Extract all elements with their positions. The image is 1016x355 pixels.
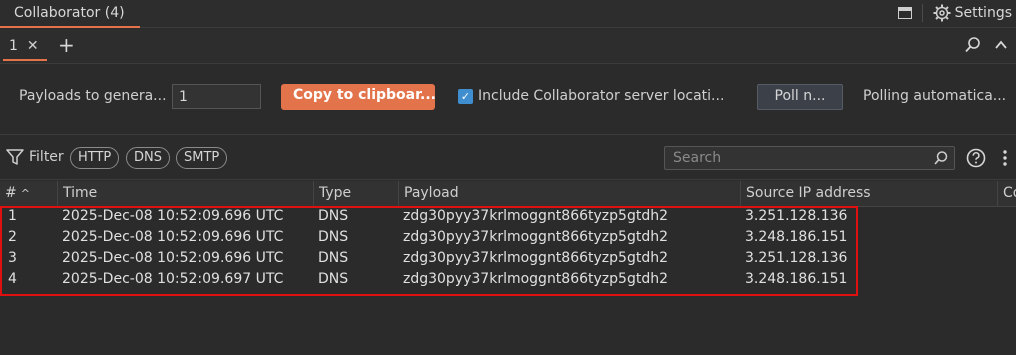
chip-smtp[interactable]: SMTP (176, 147, 228, 169)
column-number[interactable]: # ^ (0, 181, 57, 207)
column-time[interactable]: Time (57, 181, 313, 207)
help-icon[interactable] (966, 148, 986, 168)
tabs-actions (964, 36, 1008, 54)
window-title: Collaborator (4) (14, 5, 125, 21)
column-payload[interactable]: Payload (398, 181, 740, 207)
poll-now-button[interactable]: Poll n... (757, 84, 843, 110)
filter-icon[interactable] (6, 148, 24, 166)
column-comment[interactable]: Co (997, 181, 1016, 207)
polling-status-label: Polling automatica... (863, 88, 1007, 104)
include-location-checkbox[interactable]: ✓ (458, 89, 473, 104)
table-header: # ^ Time Type Payload Source IP address C… (0, 181, 1016, 207)
column-number-label: # (5, 185, 17, 201)
search-icon[interactable] (933, 150, 949, 166)
close-icon[interactable]: ✕ (27, 38, 39, 54)
collaborator-controls: Payloads to genera... Copy to clipboar..… (0, 65, 1016, 135)
chip-dns[interactable]: DNS (126, 147, 170, 169)
settings-button[interactable]: Settings (933, 4, 1012, 22)
payloads-label: Payloads to genera... (19, 88, 167, 104)
titlebar-actions: Settings (897, 4, 1012, 22)
add-tab-icon[interactable]: + (58, 33, 75, 57)
window-layout-icon[interactable] (897, 7, 912, 19)
tab-1[interactable]: 1 ✕ (3, 33, 47, 61)
filter-bar: Filter HTTP DNS SMTP Search (0, 136, 1016, 180)
tab-label: 1 (9, 38, 18, 54)
window-titlebar: Collaborator (4) Settings (0, 0, 1016, 28)
payload-count-input[interactable] (172, 84, 261, 109)
include-location-label: Include Collaborator server locati... (478, 88, 725, 104)
gear-icon (933, 4, 951, 22)
filter-label[interactable]: Filter (29, 149, 64, 165)
column-type[interactable]: Type (313, 181, 398, 207)
chip-http[interactable]: HTTP (70, 147, 120, 169)
column-source-ip[interactable]: Source IP address (740, 181, 997, 207)
selection-highlight-box (0, 206, 858, 296)
settings-label: Settings (954, 5, 1012, 21)
tabs-bar: 1 ✕ + (0, 29, 1016, 64)
search-placeholder: Search (673, 150, 722, 166)
more-options-icon[interactable] (1001, 148, 1009, 168)
copy-to-clipboard-button[interactable]: Copy to clipboar... (281, 84, 435, 110)
window-title-tab[interactable]: Collaborator (4) (0, 0, 140, 28)
divider (921, 4, 923, 22)
chevron-up-icon[interactable] (994, 38, 1008, 52)
sort-ascending-icon: ^ (20, 187, 30, 200)
search-field[interactable]: Search (664, 146, 955, 170)
search-icon[interactable] (964, 36, 982, 54)
